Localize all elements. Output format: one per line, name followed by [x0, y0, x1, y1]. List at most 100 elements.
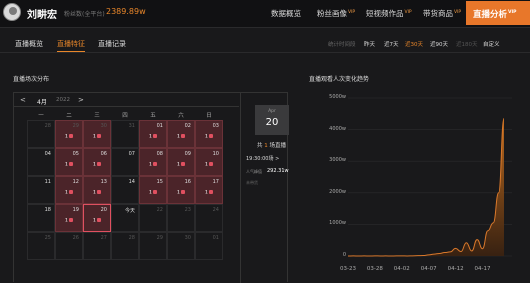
chevron-right-icon: > — [275, 156, 280, 162]
range-custom[interactable]: 自定义 — [483, 40, 500, 48]
calendar-day[interactable]: 28 — [111, 232, 139, 260]
tab-live-records[interactable]: 直播记录 — [98, 39, 126, 49]
calendar-day[interactable]: 29 1 — [55, 120, 83, 148]
calendar-day-number: 22 — [156, 207, 163, 213]
live-count-badge: 1 — [205, 162, 213, 168]
series-line — [347, 118, 505, 257]
calendar-day-number: 30 — [100, 123, 107, 129]
tab-live-features[interactable]: 直播特征 — [57, 39, 85, 52]
live-count-value: 1 — [149, 190, 152, 196]
calendar-day[interactable]: 08 1 — [139, 148, 167, 176]
calendar-day-number: 15 — [156, 179, 163, 185]
calendar-day-number: 13 — [100, 179, 107, 185]
trend-chart: 5000w 4000w 3000w 2000w 1000w 0 03-23 03-28 04-… — [300, 92, 530, 282]
weekday-header: 日 — [206, 113, 212, 119]
calendar-day[interactable]: 07 — [111, 148, 139, 176]
calendar-day[interactable]: 22 — [139, 204, 167, 232]
selected-day: 20 — [265, 117, 279, 128]
count-suffix: 场直播 — [269, 143, 287, 149]
avatar[interactable] — [3, 3, 21, 21]
nav-goods[interactable]: 带货商品VIP — [423, 8, 461, 19]
calendar-day[interactable]: 15 1 — [139, 176, 167, 204]
live-icon — [68, 134, 73, 138]
calendar-day-number: 07 — [128, 151, 135, 157]
calendar-day[interactable]: 02 1 — [167, 120, 195, 148]
user-name: 刘畊宏 — [27, 10, 57, 21]
calendar-day[interactable]: 16 1 — [167, 176, 195, 204]
calendar-day-number: 04 — [44, 151, 51, 157]
nav-fan-portrait[interactable]: 粉丝画像VIP — [317, 8, 355, 19]
live-icon — [96, 162, 101, 166]
tab-live-overview[interactable]: 直播概览 — [15, 39, 43, 49]
calendar-day[interactable]: 28 — [27, 120, 55, 148]
live-count-badge: 1 — [65, 190, 73, 196]
calendar-day[interactable]: 14 — [111, 176, 139, 204]
range-7d[interactable]: 近7天 — [384, 40, 399, 48]
range-30d[interactable]: 近30天 — [405, 40, 423, 48]
calendar-day[interactable]: 04 — [27, 148, 55, 176]
calendar-day[interactable]: 30 1 — [83, 120, 111, 148]
calendar-day[interactable]: 17 1 — [195, 176, 223, 204]
calendar-day[interactable]: 31 — [111, 120, 139, 148]
calendar-day-number: 08 — [156, 151, 163, 157]
calendar-day[interactable]: 12 1 — [55, 176, 83, 204]
calendar-day[interactable]: 06 1 — [83, 148, 111, 176]
live-count-badge: 1 — [177, 190, 185, 196]
calendar-day[interactable]: 29 — [139, 232, 167, 260]
calendar-day[interactable]: 19 1 — [55, 204, 83, 232]
nav-live-analysis[interactable]: 直播分析VIP — [466, 1, 530, 25]
audience-label: 人气峰值 — [246, 169, 262, 174]
live-count-badge: 1 — [93, 218, 101, 224]
prev-month-icon[interactable]: < — [20, 96, 26, 104]
calendar-day[interactable]: 09 1 — [167, 148, 195, 176]
nav-fan-portrait-label: 粉丝画像 — [317, 9, 347, 18]
vip-badge: VIP — [348, 9, 356, 15]
calendar-day[interactable]: 30 — [167, 232, 195, 260]
calendar-day[interactable]: 25 — [27, 232, 55, 260]
live-icon — [208, 162, 213, 166]
calendar-day-number: 03 — [212, 123, 219, 129]
calendar-day[interactable]: 03 1 — [195, 120, 223, 148]
session-link[interactable]: 19:30:00场 > — [246, 155, 279, 162]
calendar-day-number: 23 — [184, 207, 191, 213]
calendar-day[interactable]: 05 1 — [55, 148, 83, 176]
next-month-icon[interactable]: > — [78, 96, 84, 104]
calendar-day[interactable]: 27 — [83, 232, 111, 260]
live-icon — [152, 190, 157, 194]
range-180d[interactable]: 近180天 — [456, 40, 478, 48]
calendar-day-number: 今天 — [124, 208, 135, 214]
live-icon — [152, 134, 157, 138]
calendar-day-number: 10 — [212, 151, 219, 157]
live-count-value: 1 — [65, 162, 68, 168]
vip-badge: VIP — [508, 10, 517, 15]
x-tick-label: 04-07 — [420, 266, 437, 272]
calendar-day[interactable]: 20 1 — [83, 204, 111, 232]
live-count-badge: 1 — [93, 162, 101, 168]
calendar-day[interactable]: 23 — [167, 204, 195, 232]
calendar-day-number: 06 — [100, 151, 107, 157]
calendar-day[interactable]: 01 1 — [139, 120, 167, 148]
calendar-day[interactable]: 24 — [195, 204, 223, 232]
calendar-day[interactable]: 26 — [55, 232, 83, 260]
live-icon — [68, 162, 73, 166]
count-prefix: 共 — [257, 143, 263, 149]
live-calendar: < 4月 2022 > 28 29 1 30 1 31 01 1 02 1 03 1 04 05 1 06 1 0… — [13, 92, 289, 283]
live-count-badge: 1 — [93, 134, 101, 140]
calendar-day[interactable]: 10 1 — [195, 148, 223, 176]
calendar-day[interactable]: 11 — [27, 176, 55, 204]
calendar-year: 2022 — [56, 97, 70, 103]
calendar-day[interactable]: 今天 — [111, 204, 139, 232]
no-cargo-label: 未带货 — [246, 180, 258, 185]
calendar-day-number: 09 — [184, 151, 191, 157]
range-yesterday[interactable]: 昨天 — [364, 40, 375, 48]
vip-badge: VIP — [454, 9, 462, 15]
live-icon — [68, 190, 73, 194]
calendar-day[interactable]: 13 1 — [83, 176, 111, 204]
live-count-value: 1 — [65, 134, 68, 140]
nav-short-video[interactable]: 短视频作品VIP — [366, 8, 412, 19]
calendar-day[interactable]: 01 — [195, 232, 223, 260]
live-count-value: 1 — [205, 190, 208, 196]
nav-data-overview[interactable]: 数据概览 — [271, 8, 301, 19]
calendar-day[interactable]: 18 — [27, 204, 55, 232]
range-90d[interactable]: 近90天 — [430, 40, 448, 48]
